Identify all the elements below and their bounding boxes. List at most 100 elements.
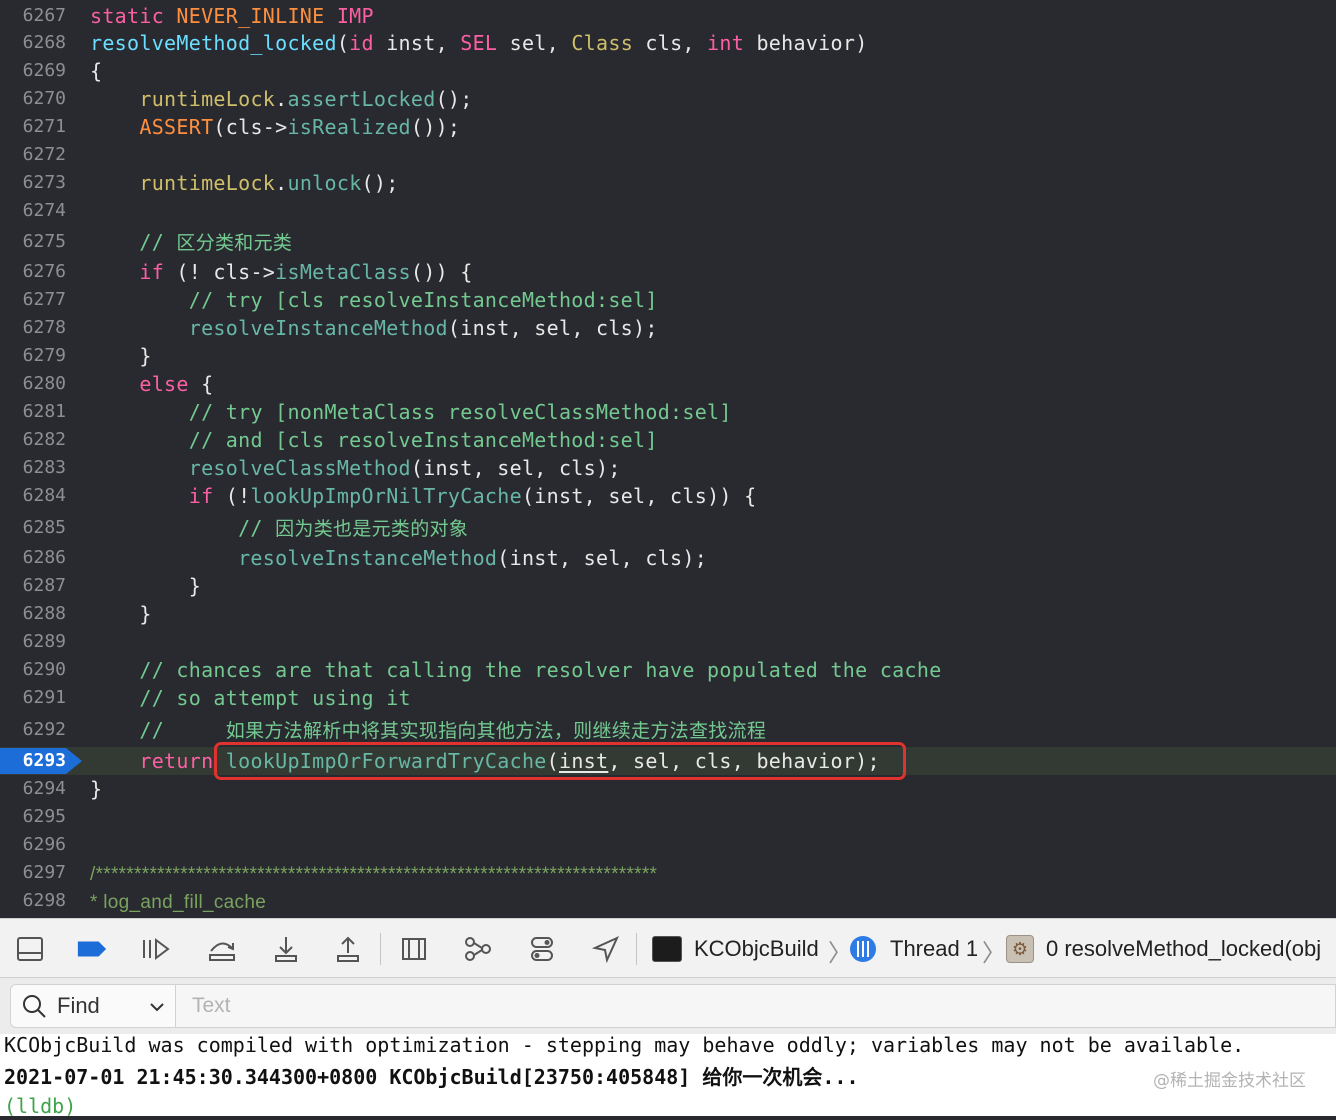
line-number[interactable]: 6287: [0, 572, 66, 600]
line-number[interactable]: 6273: [0, 169, 66, 197]
line-number[interactable]: 6275: [0, 228, 66, 256]
view-hierarchy-icon[interactable]: [398, 933, 430, 965]
step-into-icon[interactable]: [270, 933, 302, 965]
code-line[interactable]: 6290 // chances are that calling the res…: [0, 656, 1336, 684]
line-number[interactable]: 6296: [0, 831, 66, 859]
step-over-icon[interactable]: [206, 933, 238, 965]
code-token: .: [275, 171, 288, 195]
code-line[interactable]: 6286 resolveInstanceMethod(inst, sel, cl…: [0, 544, 1336, 572]
line-number[interactable]: 6298: [0, 887, 66, 915]
find-text-input[interactable]: [176, 984, 1336, 1028]
code-line[interactable]: 6268 resolveMethod_locked(id inst, SEL se…: [0, 29, 1336, 57]
code-line[interactable]: 6287 }: [0, 572, 1336, 600]
code-line[interactable]: 6279 }: [0, 342, 1336, 370]
code-line[interactable]: 6291 // so attempt using it: [0, 684, 1336, 712]
line-number[interactable]: 6279: [0, 342, 66, 370]
line-number[interactable]: 6294: [0, 775, 66, 803]
code-line[interactable]: 6284 if (!lookUpImpOrNilTryCache(inst, s…: [0, 482, 1336, 510]
code-line[interactable]: 6280 else {: [0, 370, 1336, 398]
code-line[interactable]: 6298 * log_and_fill_cache: [0, 887, 1336, 915]
line-number[interactable]: 6284: [0, 482, 66, 510]
code-line[interactable]: 6288 }: [0, 600, 1336, 628]
code-token: resolveInstanceMethod: [188, 316, 448, 340]
continue-icon[interactable]: [140, 933, 172, 965]
hide-debug-area-icon[interactable]: [14, 933, 46, 965]
code-line[interactable]: 6274: [0, 197, 1336, 225]
find-mode-popup[interactable]: Find: [10, 984, 176, 1028]
line-number[interactable]: 6292: [0, 716, 66, 744]
line-number[interactable]: 6267: [0, 2, 66, 30]
breadcrumb-target-label: KCObjcBuild: [694, 936, 819, 961]
code-line[interactable]: 6275 // 区分类和元类: [0, 228, 1336, 256]
code-text: }: [90, 775, 102, 803]
code-line[interactable]: 6267 static NEVER_INLINE IMP: [0, 2, 1336, 30]
line-number[interactable]: 6295: [0, 803, 66, 831]
code-line[interactable]: 6272: [0, 141, 1336, 169]
line-number[interactable]: 6270: [0, 85, 66, 113]
code-line[interactable]: 6296: [0, 831, 1336, 859]
code-line[interactable]: 6270 runtimeLock.assertLocked();: [0, 85, 1336, 113]
line-number[interactable]: 6278: [0, 314, 66, 342]
line-number[interactable]: 6293: [0, 747, 66, 775]
code-line[interactable]: 6283 resolveClassMethod(inst, sel, cls);: [0, 454, 1336, 482]
console-line: KCObjcBuild was compiled with optimizati…: [4, 1033, 1245, 1057]
line-number[interactable]: 6281: [0, 398, 66, 426]
code-line[interactable]: 6292 // 如果方法解析中将其实现指向其他方法，则继续走方法查找流程: [0, 716, 1336, 744]
code-line[interactable]: 6276 if (! cls->isMetaClass()) {: [0, 258, 1336, 286]
code-line[interactable]: 6285 // 因为类也是元类的对象: [0, 514, 1336, 542]
code-token: inst,: [373, 31, 461, 55]
line-number[interactable]: 6286: [0, 544, 66, 572]
line-number[interactable]: 6285: [0, 514, 66, 542]
line-number[interactable]: 6271: [0, 113, 66, 141]
line-number[interactable]: 6280: [0, 370, 66, 398]
code-line[interactable]: 6269 {: [0, 57, 1336, 85]
breadcrumb-thread[interactable]: Thread 1: [848, 931, 978, 967]
code-line[interactable]: 6295: [0, 803, 1336, 831]
simulate-location-icon[interactable]: [590, 933, 622, 965]
breadcrumb-frame[interactable]: ⚙ 0 resolveMethod_locked(obj: [1006, 931, 1321, 967]
code-line[interactable]: 6281 // try [nonMetaClass resolveClassMe…: [0, 398, 1336, 426]
breadcrumb-target[interactable]: KCObjcBuild: [652, 931, 819, 967]
line-number[interactable]: 6297: [0, 859, 66, 887]
code-line[interactable]: 6278 resolveInstanceMethod(inst, sel, cl…: [0, 314, 1336, 342]
code-line[interactable]: 6297 /***********************************…: [0, 859, 1336, 887]
code-token: int: [707, 31, 745, 55]
line-number[interactable]: 6269: [0, 57, 66, 85]
code-line[interactable]: 6277 // try [cls resolveInstanceMethod:s…: [0, 286, 1336, 314]
code-text: // so attempt using it: [90, 684, 411, 712]
code-token: Class: [571, 31, 634, 55]
code-line[interactable]: 6282 // and [cls resolveInstanceMethod:s…: [0, 426, 1336, 454]
line-number[interactable]: 6291: [0, 684, 66, 712]
line-number[interactable]: 6276: [0, 258, 66, 286]
line-number[interactable]: 6282: [0, 426, 66, 454]
line-number[interactable]: 6274: [0, 197, 66, 225]
step-out-icon[interactable]: [332, 933, 364, 965]
code-token: (cls->: [213, 115, 288, 139]
line-number[interactable]: 6288: [0, 600, 66, 628]
line-number[interactable]: 6268: [0, 29, 66, 57]
environment-overrides-icon[interactable]: [526, 933, 558, 965]
code-line[interactable]: 6271 ASSERT(cls->isRealized());: [0, 113, 1336, 141]
breadcrumb-thread-label: Thread 1: [890, 936, 979, 961]
code-token: {: [188, 372, 214, 396]
line-number[interactable]: 6277: [0, 286, 66, 314]
code-line[interactable]: 6289: [0, 628, 1336, 656]
code-token: (inst, sel, cls);: [410, 456, 621, 480]
code-token: 区分类和元类: [176, 232, 293, 254]
source-editor[interactable]: 6267 static NEVER_INLINE IMP 6268 resolveMe…: [0, 0, 1336, 918]
line-number[interactable]: 6289: [0, 628, 66, 656]
code-token: IMP: [336, 4, 374, 28]
line-number[interactable]: 6283: [0, 454, 66, 482]
code-line[interactable]: 6273 runtimeLock.unlock();: [0, 169, 1336, 197]
debug-console[interactable]: KCObjcBuild was compiled with optimizati…: [0, 1033, 1336, 1118]
memory-graph-icon[interactable]: [462, 933, 494, 965]
breakpoints-toggle-icon[interactable]: [76, 933, 108, 965]
line-number[interactable]: 6290: [0, 656, 66, 684]
code-text: if (! cls->isMetaClass()) {: [90, 258, 473, 286]
line-number[interactable]: 6272: [0, 141, 66, 169]
code-text: // try [cls resolveInstanceMethod:sel]: [90, 286, 658, 314]
code-text: }: [90, 572, 201, 600]
